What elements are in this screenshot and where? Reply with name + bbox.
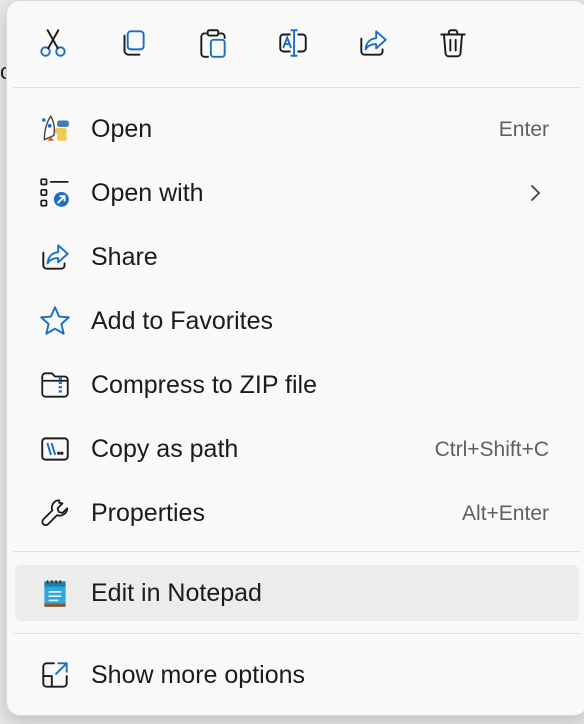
menu-item-label: Copy as path [91,435,239,463]
menu-item-properties[interactable]: Properties Alt+Enter [15,485,579,541]
shortcut-label: Enter [498,118,549,141]
menu-item-edit-in-notepad[interactable]: Edit in Notepad [15,565,579,621]
menu-item-show-more-options[interactable]: Show more options [15,647,579,703]
toolbar-divider [13,87,581,88]
menu-item-compress-zip[interactable]: Compress to ZIP file [15,357,579,413]
menu-item-label: Properties [91,499,205,527]
menu-item-label: Open [91,115,153,143]
menu-item-label: Compress to ZIP file [91,371,318,399]
section-divider [13,633,581,634]
cut-button[interactable] [29,19,77,67]
copy-button[interactable] [109,19,157,67]
scissors-icon [40,29,66,57]
paste-button[interactable] [189,19,237,67]
menu-item-open-with[interactable]: Open with [15,165,579,221]
clipboard-icon [200,29,226,58]
menu-item-share[interactable]: Share [15,229,579,285]
share-icon [360,30,387,56]
shortcut-label: Alt+Enter [462,502,549,525]
menu-item-label: Share [91,243,158,271]
menu-item-add-to-favorites[interactable]: Add to Favorites [15,293,579,349]
show-more-icon [37,657,73,693]
open-with-icon [37,175,73,211]
menu-item-copy-as-path[interactable]: Copy as path Ctrl+Shift+C [15,421,579,477]
menu-item-label: Open with [91,179,204,207]
share-icon [37,239,73,275]
copy-icon [123,30,145,56]
wrench-icon [37,495,73,531]
rename-icon [279,29,307,57]
trash-icon [440,29,466,58]
copy-path-icon [37,431,73,467]
delete-button[interactable] [429,19,477,67]
menu-item-label: Show more options [91,661,306,689]
context-menu-toolbar [7,1,584,87]
context-menu: Open Enter Open with Share Add to Favori… [6,0,584,716]
menu-item-label: Add to Favorites [91,307,274,335]
star-icon [37,303,73,339]
menu-item-label: Edit in Notepad [91,579,262,607]
shortcut-label: Ctrl+Shift+C [434,438,549,461]
menu-item-open[interactable]: Open Enter [15,101,579,157]
rename-button[interactable] [269,19,317,67]
chevron-right-icon [531,185,541,201]
zip-folder-icon [37,367,73,403]
share-button[interactable] [349,19,397,67]
section-divider [13,551,581,552]
python-file-icon [37,111,73,147]
notepad-icon [37,575,73,611]
